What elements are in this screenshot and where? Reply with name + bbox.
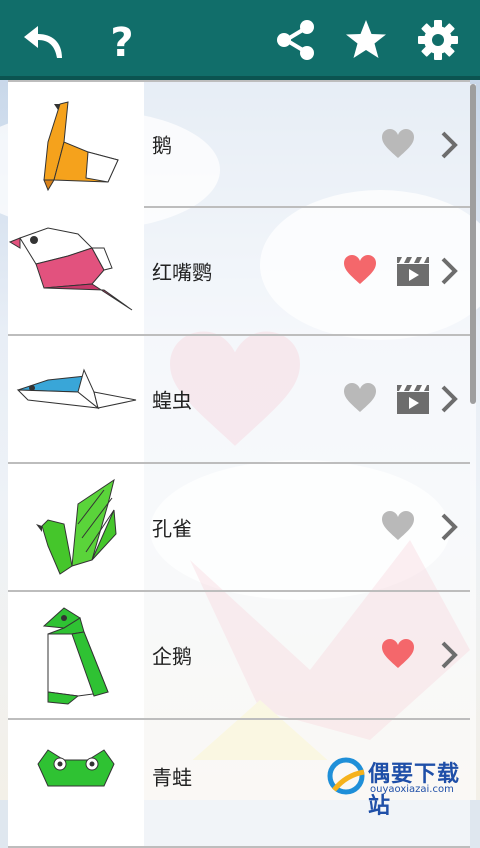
watermark-url: ouyaoxiazai.com [370, 784, 454, 795]
list-item[interactable]: 蝗虫 [8, 336, 470, 464]
heart-icon[interactable] [381, 638, 415, 670]
chevron-right-icon[interactable] [440, 130, 458, 160]
row-background [144, 592, 470, 718]
item-name: 红嘴鹦 [152, 260, 212, 285]
heart-icon[interactable] [381, 128, 415, 160]
item-name: 蝗虫 [152, 388, 192, 413]
back-arrow-icon[interactable] [22, 18, 66, 62]
chevron-right-icon[interactable] [440, 256, 458, 286]
star-icon[interactable] [344, 18, 388, 62]
chevron-right-icon[interactable] [440, 384, 458, 414]
heart-icon[interactable] [343, 254, 377, 286]
origami-locust-icon [8, 336, 144, 462]
origami-peacock-icon [8, 464, 144, 590]
video-clapper-icon[interactable] [396, 255, 430, 287]
item-name: 企鹅 [152, 644, 192, 669]
origami-swan-icon [8, 82, 144, 208]
item-name: 青蛙 [152, 765, 192, 790]
gear-icon[interactable] [416, 18, 460, 62]
heart-icon[interactable] [343, 382, 377, 414]
watermark-logo-icon [327, 757, 365, 795]
item-name: 孔雀 [152, 516, 192, 541]
origami-parrot-icon [8, 208, 144, 334]
list-item[interactable]: 鹅 [8, 80, 470, 208]
scrollbar-thumb[interactable] [470, 84, 476, 404]
scrollbar[interactable] [470, 84, 476, 800]
video-clapper-icon[interactable] [396, 383, 430, 415]
share-icon[interactable] [274, 18, 318, 62]
top-toolbar: ? [0, 0, 480, 80]
list-item[interactable]: 红嘴鹦 [8, 208, 470, 336]
origami-list: 鹅 红嘴鹦 蝗虫 孔雀 企鹅 青蛙 [8, 80, 470, 848]
watermark: 偶要下载站 ouyaoxiazai.com [326, 752, 478, 819]
question-mark-icon[interactable]: ? [100, 18, 144, 62]
chevron-right-icon[interactable] [440, 512, 458, 542]
item-name: 鹅 [152, 133, 172, 158]
chevron-right-icon[interactable] [440, 640, 458, 670]
origami-frog-icon [8, 720, 144, 846]
heart-icon[interactable] [381, 510, 415, 542]
row-background [144, 464, 470, 590]
list-item[interactable]: 孔雀 [8, 464, 470, 592]
list-item[interactable]: 企鹅 [8, 592, 470, 720]
row-background [144, 82, 470, 206]
origami-penguin-icon [8, 592, 144, 718]
svg-text:?: ? [110, 20, 133, 62]
